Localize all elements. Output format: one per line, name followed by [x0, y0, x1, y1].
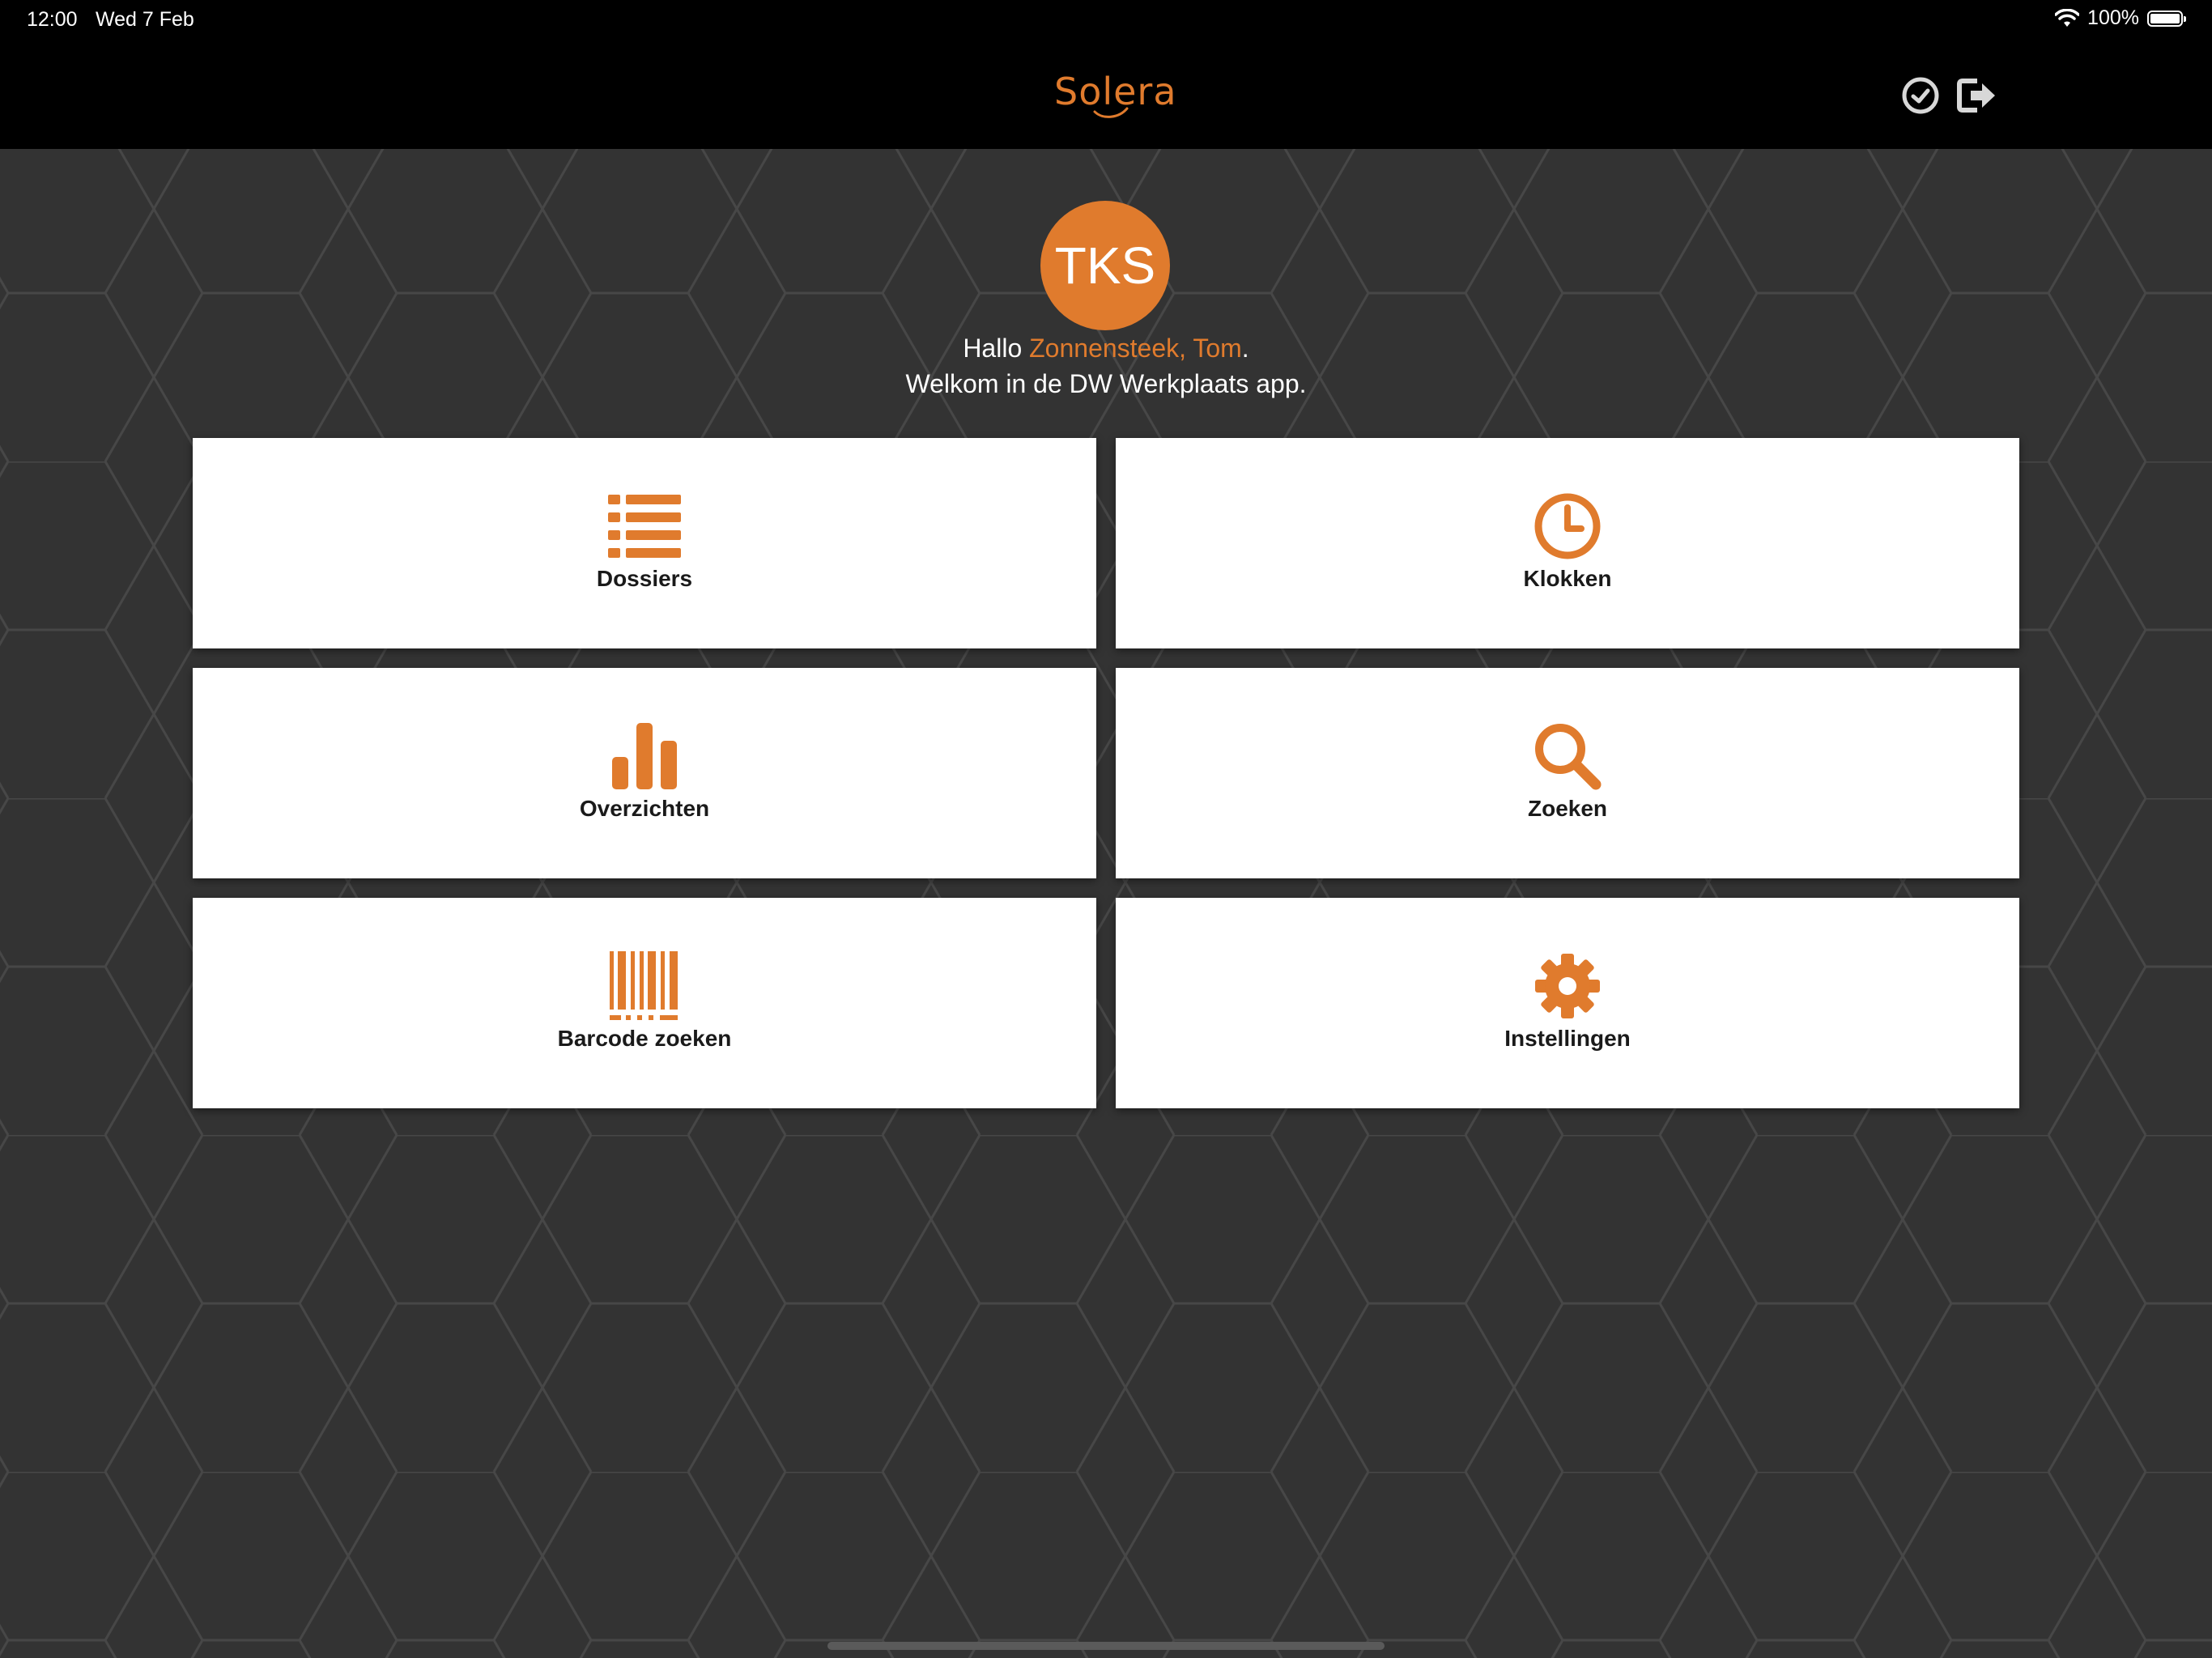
home-indicator[interactable]	[827, 1642, 1385, 1650]
status-date: Wed 7 Feb	[96, 8, 194, 31]
tile-instellingen[interactable]: Instellingen	[1116, 898, 2019, 1108]
nav-bar: Solera	[0, 39, 2212, 149]
greeting-prefix: Hallo	[963, 334, 1030, 363]
home-content: TKS Hallo Zonnensteek, Tom. Welkom in de…	[0, 149, 2212, 1658]
battery-icon	[2147, 10, 2186, 27]
gear-icon	[1529, 950, 1606, 1022]
tile-overzichten[interactable]: Overzichten	[193, 668, 1096, 878]
logo-swoosh-icon	[1093, 107, 1129, 118]
list-icon	[606, 490, 683, 563]
avatar-initials: TKS	[1054, 236, 1156, 295]
status-time: 12:00	[27, 8, 78, 31]
check-circle-icon	[1902, 77, 1939, 114]
logout-icon	[1957, 79, 1995, 113]
tile-label: Instellingen	[1504, 1026, 1631, 1051]
welcome-message: Welkom in de DW Werkplaats app.	[905, 369, 1307, 398]
tile-klokken[interactable]: Klokken	[1116, 438, 2019, 648]
tile-label: Overzichten	[579, 796, 710, 821]
tile-dossiers[interactable]: Dossiers	[193, 438, 1096, 648]
barcode-icon	[606, 950, 683, 1022]
wifi-icon	[2055, 8, 2080, 27]
tile-zoeken[interactable]: Zoeken	[1116, 668, 2019, 878]
battery-percentage: 100%	[2087, 6, 2139, 29]
logout-button[interactable]	[1953, 73, 1998, 118]
tile-label: Klokken	[1523, 566, 1612, 591]
solera-logo: Solera	[1054, 66, 1176, 123]
status-right: 100%	[2055, 6, 2186, 30]
user-name: Zonnensteek, Tom	[1029, 334, 1242, 363]
status-bar: 12:00 Wed 7 Feb 100%	[0, 0, 2212, 39]
search-icon	[1529, 720, 1606, 793]
avatar: TKS	[1040, 201, 1170, 330]
greeting-suffix: .	[1241, 334, 1249, 363]
tile-label: Barcode zoeken	[557, 1026, 732, 1051]
greeting: Hallo Zonnensteek, Tom.	[0, 334, 2212, 363]
check-circle-button[interactable]	[1898, 73, 1943, 118]
clock-icon	[1529, 490, 1606, 563]
bar-chart-icon	[606, 720, 683, 793]
tile-barcode-zoeken[interactable]: Barcode zoeken	[193, 898, 1096, 1108]
tile-label: Zoeken	[1527, 796, 1608, 821]
tile-label: Dossiers	[596, 566, 693, 591]
